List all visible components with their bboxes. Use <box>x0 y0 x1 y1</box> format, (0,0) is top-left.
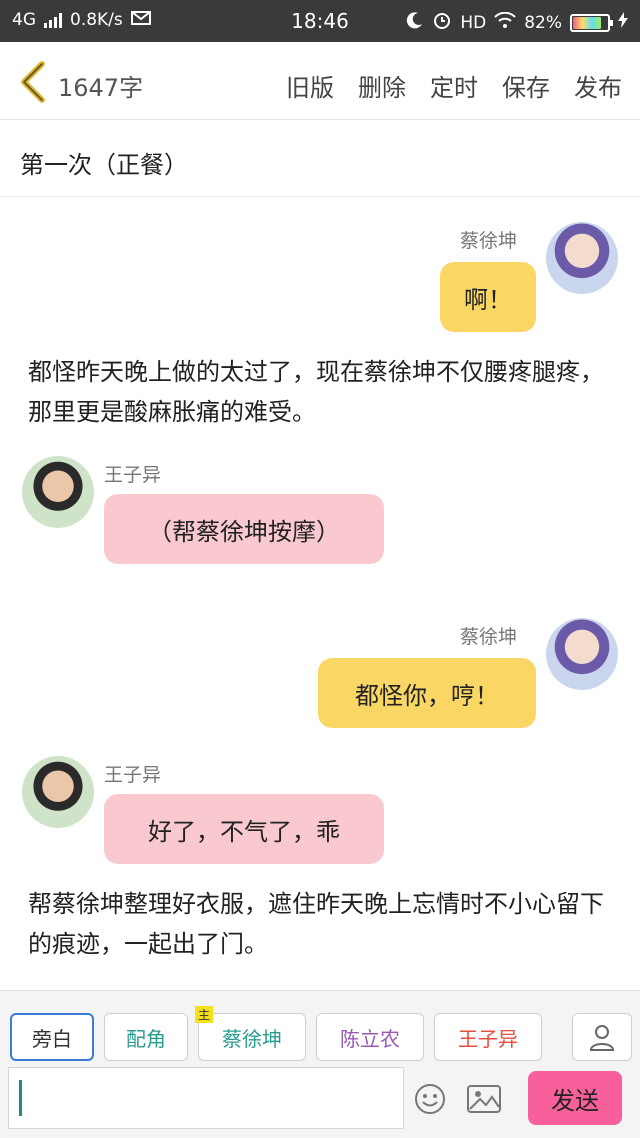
battery-icon <box>570 13 613 32</box>
avatar[interactable] <box>546 222 618 294</box>
user-icon <box>589 1025 615 1051</box>
composer-bar: 旁白 配角 主 蔡徐坤 陈立农 王子异 发送 <box>0 990 640 1138</box>
avatar[interactable] <box>546 618 618 690</box>
delete-button[interactable]: 删除 <box>358 68 406 103</box>
chat-bubble[interactable]: （帮蔡徐坤按摩） <box>104 494 384 564</box>
avatar[interactable] <box>22 456 94 528</box>
chapter-title: 第一次（正餐） <box>20 151 188 179</box>
chat-bubble[interactable]: 好了，不气了，乖 <box>104 794 384 864</box>
chat-bubble[interactable]: 都怪你，哼！ <box>318 658 536 728</box>
avatar[interactable] <box>22 756 94 828</box>
back-chevron-icon[interactable] <box>18 60 48 104</box>
role-button[interactable]: 王子异 <box>434 1013 542 1061</box>
role-main-button[interactable]: 主 蔡徐坤 <box>195 1006 306 1061</box>
role-supporting-button[interactable]: 配角 <box>104 1013 188 1061</box>
main-role-tag: 主 <box>195 1006 214 1023</box>
chat-bubble[interactable]: 啊！ <box>440 262 536 332</box>
speaker-name: 王子异 <box>104 464 162 486</box>
battery-percent: 82% <box>524 12 562 33</box>
role-main-label: 蔡徐坤 <box>222 1026 282 1051</box>
hd-label: HD <box>460 12 487 33</box>
chapter-title-row[interactable]: 第一次（正餐） <box>0 121 640 197</box>
publish-button[interactable]: 发布 <box>574 68 622 103</box>
speaker-name: 蔡徐坤 <box>460 626 518 648</box>
moon-icon <box>406 11 424 34</box>
narration-text[interactable]: 帮蔡徐坤整理好衣服，遮住昨天晚上忘情时不小心留下的痕迹，一起出了门。 <box>28 884 618 964</box>
wifi-icon <box>494 11 516 33</box>
save-button[interactable]: 保存 <box>502 68 550 103</box>
text-caret <box>19 1080 22 1116</box>
alarm-icon <box>432 10 452 35</box>
speaker-name: 王子异 <box>104 764 162 786</box>
old-version-button[interactable]: 旧版 <box>286 68 334 103</box>
speaker-name: 蔡徐坤 <box>460 230 518 252</box>
user-profile-button[interactable] <box>572 1013 632 1061</box>
role-narrator-button[interactable]: 旁白 <box>10 1013 94 1061</box>
message-input[interactable] <box>8 1067 404 1129</box>
role-button[interactable]: 陈立农 <box>316 1013 424 1061</box>
app-header: 1647字 旧版 删除 定时 保存 发布 <box>0 42 640 120</box>
status-bar: 4G 0.8K/s 18:46 HD 82% <box>0 0 640 42</box>
charging-icon <box>618 12 628 33</box>
schedule-button[interactable]: 定时 <box>430 68 478 103</box>
send-button[interactable]: 发送 <box>528 1071 622 1125</box>
word-count: 1647字 <box>58 74 144 102</box>
emoji-icon[interactable] <box>414 1083 446 1115</box>
narration-text[interactable]: 都怪昨天晚上做的太过了，现在蔡徐坤不仅腰疼腿疼，那里更是酸麻胀痛的难受。 <box>28 352 618 432</box>
image-icon[interactable] <box>466 1083 502 1115</box>
